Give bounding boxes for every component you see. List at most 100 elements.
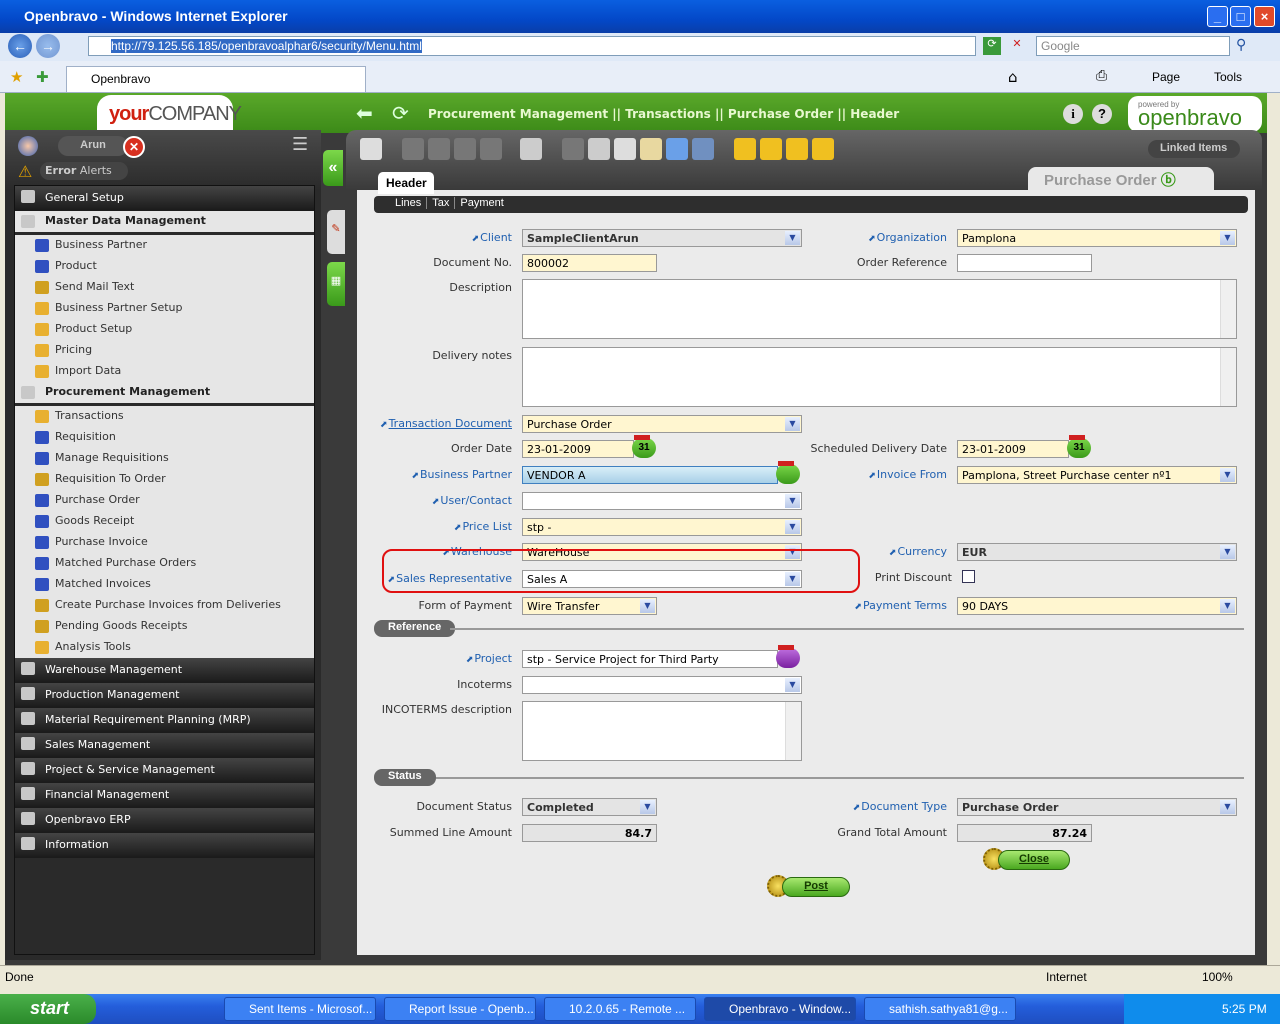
- field-label[interactable]: Payment Terms: [767, 599, 947, 612]
- sidebar-item[interactable]: Production Management: [15, 683, 314, 708]
- chevron-down-icon[interactable]: ▼: [785, 678, 800, 692]
- field-label[interactable]: Invoice From: [767, 468, 947, 481]
- sidebar-item[interactable]: Product Setup: [15, 319, 314, 340]
- email-icon[interactable]: [640, 138, 662, 160]
- organization-select[interactable]: Pamplona ▼: [957, 229, 1237, 247]
- url-input[interactable]: http://79.125.56.185/openbravoalphar6/se…: [88, 36, 976, 56]
- sidebar-item[interactable]: Business Partner: [15, 235, 314, 256]
- undo-icon[interactable]: [562, 138, 584, 160]
- field-label[interactable]: Organization: [767, 231, 947, 244]
- collapse-panel-icon[interactable]: «: [323, 150, 343, 186]
- description-field[interactable]: [522, 279, 1237, 339]
- sidebar-item[interactable]: Financial Management: [15, 783, 314, 808]
- summed-line-amount-field[interactable]: 84.7: [522, 824, 657, 842]
- task-remote[interactable]: 10.2.0.65 - Remote ...: [544, 997, 696, 1021]
- info-icon[interactable]: i: [1063, 104, 1083, 124]
- linked-items-button[interactable]: Linked Items: [1148, 140, 1240, 158]
- sidebar-item[interactable]: Procurement Management: [15, 382, 314, 403]
- save-next-icon[interactable]: [480, 138, 502, 160]
- search-input[interactable]: Google: [1036, 36, 1230, 56]
- sidebar-item[interactable]: Information: [15, 833, 314, 858]
- grand-total-amount-field[interactable]: 87.24: [957, 824, 1092, 842]
- chevron-down-icon[interactable]: ▼: [785, 520, 800, 534]
- sidebar-item[interactable]: Analysis Tools: [15, 637, 314, 658]
- back-arrow-icon[interactable]: ⬅: [356, 101, 373, 125]
- sidebar-item[interactable]: Sales Management: [15, 733, 314, 758]
- home-icon[interactable]: ⌂: [1008, 68, 1018, 86]
- print-discount-checkbox[interactable]: [962, 570, 975, 583]
- user-name[interactable]: Arun: [58, 136, 128, 156]
- refresh-icon[interactable]: ⟳: [983, 37, 1001, 55]
- sidebar-item[interactable]: Requisition To Order: [15, 469, 314, 490]
- transaction-document-select[interactable]: Purchase Order ▼: [522, 415, 802, 433]
- page-menu[interactable]: Page: [1152, 70, 1180, 84]
- field-label[interactable]: Transaction Document: [332, 417, 512, 430]
- document-no-field[interactable]: 800002: [522, 254, 657, 272]
- browser-tab[interactable]: Openbravo: [66, 66, 366, 92]
- project-selector-icon[interactable]: [776, 645, 800, 668]
- scheduled-delivery-date-field[interactable]: 23-01-2009: [957, 440, 1069, 458]
- invoice-from-select[interactable]: Pamplona, Street Purchase center nº1 ▼: [957, 466, 1237, 484]
- print-icon[interactable]: ⎙: [1096, 68, 1107, 84]
- tab-lines[interactable]: Lines: [390, 197, 428, 209]
- section-status[interactable]: Status: [374, 769, 436, 786]
- field-label[interactable]: Project: [332, 652, 512, 665]
- copy-icon[interactable]: [402, 138, 424, 160]
- delete-icon[interactable]: [520, 138, 542, 160]
- section-reference[interactable]: Reference: [374, 620, 456, 637]
- previous-icon[interactable]: [760, 138, 782, 160]
- forward-button[interactable]: →: [36, 34, 60, 58]
- first-icon[interactable]: [734, 138, 756, 160]
- chevron-down-icon[interactable]: ▼: [640, 800, 655, 814]
- chevron-down-icon[interactable]: ▼: [640, 599, 655, 613]
- sidebar-item[interactable]: Product: [15, 256, 314, 277]
- stop-icon[interactable]: ✕: [1008, 37, 1026, 55]
- sidebar-item[interactable]: Matched Purchase Orders: [15, 553, 314, 574]
- sidebar-item[interactable]: Goods Receipt: [15, 511, 314, 532]
- maximize-button[interactable]: □: [1230, 6, 1251, 27]
- task-report-issue[interactable]: Report Issue - Openb...: [384, 997, 536, 1021]
- sidebar-item[interactable]: Pending Goods Receipts: [15, 616, 314, 637]
- order-reference-field[interactable]: [957, 254, 1092, 272]
- sidebar-item[interactable]: Purchase Order: [15, 490, 314, 511]
- sidebar-item[interactable]: Business Partner Setup: [15, 298, 314, 319]
- close-button[interactable]: Close: [998, 850, 1070, 870]
- sidebar-item[interactable]: Matched Invoices: [15, 574, 314, 595]
- chevron-down-icon[interactable]: ▼: [785, 417, 800, 431]
- task-openbravo[interactable]: Openbravo - Window...: [704, 997, 856, 1021]
- new-icon[interactable]: [360, 138, 382, 160]
- field-label[interactable]: Client: [332, 231, 512, 244]
- sidebar-item[interactable]: Master Data Management: [15, 211, 314, 232]
- chevron-down-icon[interactable]: ▼: [1220, 545, 1235, 559]
- currency-select[interactable]: EUR ▼: [957, 543, 1237, 561]
- chevron-down-icon[interactable]: ▼: [1220, 599, 1235, 613]
- sidebar-item[interactable]: Send Mail Text: [15, 277, 314, 298]
- incoterms-description-field[interactable]: [522, 701, 802, 761]
- sidebar-item[interactable]: Import Data: [15, 361, 314, 382]
- form-of-payment-select[interactable]: Wire Transfer ▼: [522, 597, 657, 615]
- calendar-icon[interactable]: 31: [632, 435, 656, 458]
- project-field[interactable]: stp - Service Project for Third Party: [522, 650, 778, 668]
- close-window-button[interactable]: ×: [1254, 6, 1275, 27]
- document-type-select[interactable]: Purchase Order ▼: [957, 798, 1237, 816]
- business-partner-field[interactable]: VENDOR A: [522, 466, 778, 484]
- order-date-field[interactable]: 23-01-2009: [522, 440, 634, 458]
- document-status-select[interactable]: Completed ▼: [522, 798, 657, 816]
- payment-terms-select[interactable]: 90 DAYS ▼: [957, 597, 1237, 615]
- price-list-select[interactable]: stp - ▼: [522, 518, 802, 536]
- favorites-star-icon[interactable]: ★: [10, 68, 23, 86]
- refresh-icon[interactable]: ⟳: [392, 101, 409, 125]
- next-icon[interactable]: [786, 138, 808, 160]
- search-icon[interactable]: [666, 138, 688, 160]
- field-label[interactable]: User/Contact: [332, 494, 512, 507]
- tab-payment[interactable]: Payment: [455, 197, 508, 209]
- user-contact-select[interactable]: ▼: [522, 492, 802, 510]
- sidebar-item[interactable]: Material Requirement Planning (MRP): [15, 708, 314, 733]
- start-button[interactable]: start: [0, 994, 96, 1024]
- sidebar-item[interactable]: General Setup: [15, 186, 314, 211]
- sidebar-item[interactable]: Warehouse Management: [15, 658, 314, 683]
- attach-icon[interactable]: [588, 138, 610, 160]
- post-button[interactable]: Post: [782, 877, 850, 897]
- search-icon[interactable]: ⚲: [1236, 37, 1246, 53]
- chevron-down-icon[interactable]: ▼: [1220, 231, 1235, 245]
